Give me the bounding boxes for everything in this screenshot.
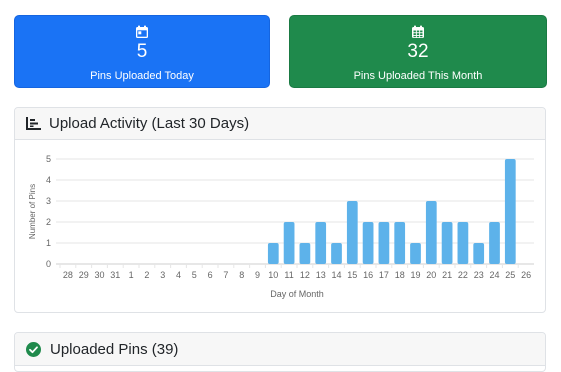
bar-chart-icon [26, 117, 41, 130]
upload-activity-header: Upload Activity (Last 30 Days) [15, 108, 545, 140]
chart-bar [457, 222, 469, 264]
calendar-month-icon [412, 25, 424, 38]
y-tick-label: 2 [46, 217, 51, 227]
chart-bar [362, 222, 374, 264]
chart-bar [331, 243, 342, 264]
upload-activity-title: Upload Activity (Last 30 Days) [49, 115, 250, 132]
chart-bar [425, 201, 437, 264]
x-tick-label: 25 [505, 270, 515, 280]
x-tick-label: 31 [110, 270, 120, 280]
x-tick-label: 6 [208, 270, 213, 280]
chart-bar [504, 159, 516, 264]
chart-bar [473, 243, 485, 264]
y-tick-label: 4 [46, 175, 51, 185]
x-tick-label: 2 [144, 270, 149, 280]
chart-bar [441, 222, 453, 264]
y-tick-label: 1 [46, 238, 51, 248]
chart-bar [410, 243, 421, 264]
x-axis-title: Day of Month [270, 289, 324, 299]
x-tick-label: 19 [410, 270, 420, 280]
uploaded-today-value: 5 [136, 41, 148, 62]
x-tick-label: 24 [489, 270, 499, 280]
x-tick-label: 8 [239, 270, 244, 280]
chart-bar [267, 243, 279, 264]
chart-bar [378, 222, 390, 264]
upload-activity-panel: Upload Activity (Last 30 Days) 0 1 2 3 4 5 28 2… [14, 107, 546, 313]
uploaded-pins-panel: Uploaded Pins (39) [14, 332, 546, 372]
calendar-day-icon [136, 25, 148, 38]
y-tick-label: 5 [46, 154, 51, 164]
x-tick-label: 22 [458, 270, 468, 280]
chart-bar [346, 201, 358, 264]
x-tick-label: 7 [223, 270, 228, 280]
uploaded-pins-title: Uploaded Pins (39) [50, 340, 179, 358]
chart-bar [283, 222, 295, 264]
x-tick-label: 9 [255, 270, 260, 280]
uploaded-month-card: 32 Pins Uploaded This Month [289, 15, 547, 88]
x-tick-label: 5 [192, 270, 197, 280]
y-axis-title: Number of Pins [28, 184, 37, 239]
check-circle-icon [26, 341, 41, 357]
y-tick-label: 3 [46, 196, 51, 206]
chart-bar [315, 222, 327, 264]
x-tick-label: 23 [474, 270, 484, 280]
upload-activity-chart: 01234528 29 30 31 1 2 3 4 5 6 7 8 9 10 11 12 13 14 15 16 17 1… [28, 154, 534, 299]
x-tick-label: 18 [395, 270, 405, 280]
x-tick-label: 13 [316, 270, 326, 280]
chart-bar [394, 222, 406, 264]
x-tick-label: 20 [426, 270, 436, 280]
x-tick-label: 26 [521, 270, 531, 280]
x-tick-label: 14 [331, 270, 341, 280]
x-tick-label: 10 [268, 270, 278, 280]
x-tick-label: 29 [79, 270, 89, 280]
x-tick-label: 3 [160, 270, 165, 280]
x-tick-label: 17 [379, 270, 389, 280]
uploaded-month-value: 32 [407, 41, 429, 62]
uploaded-today-card: 5 Pins Uploaded Today [14, 15, 270, 88]
x-tick-label: 16 [363, 270, 373, 280]
chart-bar [489, 222, 500, 264]
x-tick-label: 12 [300, 270, 310, 280]
x-tick-label: 15 [347, 270, 357, 280]
x-tick-label: 21 [442, 270, 452, 280]
x-tick-label: 1 [129, 270, 134, 280]
x-tick-label: 11 [284, 270, 293, 280]
x-tick-label: 30 [94, 270, 104, 280]
x-tick-label: 28 [63, 270, 73, 280]
x-tick-label: 4 [176, 270, 181, 280]
uploaded-today-label: Pins Uploaded Today [90, 70, 194, 82]
y-tick-label: 0 [46, 259, 51, 269]
uploaded-month-label: Pins Uploaded This Month [353, 70, 483, 82]
uploaded-pins-header[interactable]: Uploaded Pins (39) [15, 333, 545, 366]
chart-bar [299, 243, 311, 264]
